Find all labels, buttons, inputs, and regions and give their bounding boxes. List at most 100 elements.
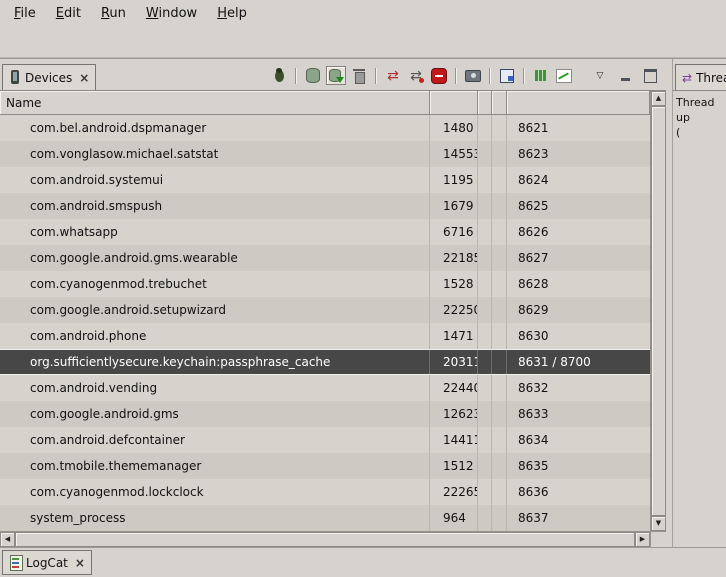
table-row[interactable]: com.whatsapp 6716 8626 <box>0 219 650 245</box>
table-row[interactable]: com.vonglasow.michael.satstat 14553 8623 <box>0 141 650 167</box>
horizontal-scroll-thumb[interactable] <box>15 532 635 547</box>
process-name: com.tmobile.thememanager <box>0 453 430 479</box>
close-icon[interactable]: × <box>79 71 89 85</box>
menu-help[interactable]: Help <box>207 3 257 25</box>
process-pid: 20311 <box>430 350 478 374</box>
start-method-profiling-icon[interactable] <box>406 66 426 85</box>
table-row[interactable]: com.bel.android.dspmanager 1480 8621 <box>0 115 650 141</box>
cell-empty-b <box>492 245 507 271</box>
table-row[interactable]: com.cyanogenmod.trebuchet 1528 8628 <box>0 271 650 297</box>
cell-empty-a <box>478 193 492 219</box>
scroll-right-icon[interactable]: ▶ <box>635 532 650 547</box>
cell-empty-a <box>478 505 492 531</box>
column-header-pid[interactable] <box>430 91 478 115</box>
process-port: 8623 <box>507 141 650 167</box>
process-name: com.whatsapp <box>0 219 430 245</box>
column-header-name[interactable]: Name <box>0 91 430 115</box>
tab-devices[interactable]: Devices × <box>2 64 96 91</box>
table-row[interactable]: com.android.vending 22440 8632 <box>0 375 650 401</box>
process-table: Name com.bel.android.dspmanager 1480 862… <box>0 91 666 547</box>
process-port: 8635 <box>507 453 650 479</box>
logcat-tab-label: LogCat <box>26 556 68 570</box>
vertical-scrollbar[interactable]: ▲ ▼ <box>650 91 666 531</box>
column-header-status2[interactable] <box>492 91 507 115</box>
scroll-left-icon[interactable]: ◀ <box>0 532 15 547</box>
line-chart-icon[interactable] <box>554 66 574 85</box>
table-row[interactable]: com.android.defcontainer 14411 8634 <box>0 427 650 453</box>
dump-view-hierarchy-icon[interactable] <box>497 66 517 85</box>
cell-empty-b <box>492 167 507 193</box>
cell-empty-b <box>492 297 507 323</box>
menu-edit[interactable]: Edit <box>46 3 91 25</box>
dump-hprof-icon[interactable] <box>326 66 346 85</box>
process-port: 8628 <box>507 271 650 297</box>
process-pid: 12623 <box>430 401 478 427</box>
cell-empty-b <box>492 141 507 167</box>
screen-capture-icon[interactable] <box>463 66 483 85</box>
menu-window[interactable]: Window <box>136 3 207 25</box>
maximize-icon[interactable] <box>640 66 660 85</box>
process-port: 8627 <box>507 245 650 271</box>
table-row[interactable]: com.google.android.gms.wearable 22185 86… <box>0 245 650 271</box>
debug-process-icon[interactable] <box>269 66 289 85</box>
vertical-scroll-thumb[interactable] <box>651 106 666 516</box>
cell-empty-a <box>478 115 492 141</box>
table-row[interactable]: com.google.android.setupwizard 22250 862… <box>0 297 650 323</box>
scroll-down-icon[interactable]: ▼ <box>651 516 666 531</box>
process-port: 8634 <box>507 427 650 453</box>
main-toolbar <box>0 27 726 58</box>
cell-empty-b <box>492 350 507 374</box>
cell-empty-a <box>478 427 492 453</box>
stop-process-icon[interactable] <box>429 66 449 85</box>
table-row[interactable]: com.android.systemui 1195 8624 <box>0 167 650 193</box>
process-name: system_process <box>0 505 430 531</box>
cell-empty-b <box>492 219 507 245</box>
cause-gc-icon[interactable] <box>349 66 369 85</box>
table-row[interactable]: com.google.android.gms 12623 8633 <box>0 401 650 427</box>
menu-file[interactable]: File <box>4 3 46 25</box>
process-port: 8631 / 8700 <box>507 350 650 374</box>
process-name: com.android.smspush <box>0 193 430 219</box>
process-pid: 1195 <box>430 167 478 193</box>
close-icon[interactable]: × <box>75 556 85 570</box>
cell-empty-a <box>478 271 492 297</box>
tab-threads[interactable]: ⇄ Threa × <box>675 64 726 91</box>
table-row[interactable]: com.cyanogenmod.lockclock 22265 8636 <box>0 479 650 505</box>
column-header-port[interactable] <box>507 91 650 115</box>
minimize-icon[interactable] <box>615 66 635 85</box>
cell-empty-b <box>492 193 507 219</box>
cell-empty-b <box>492 401 507 427</box>
update-heap-icon[interactable] <box>303 66 323 85</box>
process-name: com.bel.android.dspmanager <box>0 115 430 141</box>
scroll-up-icon[interactable]: ▲ <box>651 91 666 106</box>
cell-empty-a <box>478 245 492 271</box>
threads-message-line2: ( <box>676 125 724 140</box>
cell-empty-a <box>478 297 492 323</box>
process-pid: 14411 <box>430 427 478 453</box>
cell-empty-b <box>492 323 507 349</box>
process-pid: 964 <box>430 505 478 531</box>
tab-logcat[interactable]: LogCat × <box>2 550 92 575</box>
capture-systrace-icon[interactable] <box>531 66 551 85</box>
process-name: com.vonglasow.michael.satstat <box>0 141 430 167</box>
menubar: File Edit Run Window Help <box>0 0 726 27</box>
table-row[interactable]: com.android.smspush 1679 8625 <box>0 193 650 219</box>
threads-view: ⇄ Threa × Thread up ( <box>672 59 726 547</box>
table-row[interactable]: org.sufficientlysecure.keychain:passphra… <box>0 349 650 375</box>
scrollbar-corner <box>650 531 666 547</box>
cell-empty-a <box>478 479 492 505</box>
table-row[interactable]: com.tmobile.thememanager 1512 8635 <box>0 453 650 479</box>
table-row[interactable]: system_process 964 8637 <box>0 505 650 531</box>
threads-tabbar: ⇄ Threa × <box>673 59 726 91</box>
view-menu-icon[interactable]: ▽ <box>590 66 610 85</box>
process-port: 8624 <box>507 167 650 193</box>
process-pid: 22265 <box>430 479 478 505</box>
process-pid: 1471 <box>430 323 478 349</box>
horizontal-scrollbar[interactable]: ◀ ▶ <box>0 531 650 547</box>
update-threads-icon[interactable] <box>383 66 403 85</box>
menu-run[interactable]: Run <box>91 3 136 25</box>
process-port: 8630 <box>507 323 650 349</box>
table-row[interactable]: com.android.phone 1471 8630 <box>0 323 650 349</box>
column-header-status[interactable] <box>478 91 492 115</box>
devices-view: Devices × ▽ Name com.bel.android.ds <box>0 59 666 547</box>
